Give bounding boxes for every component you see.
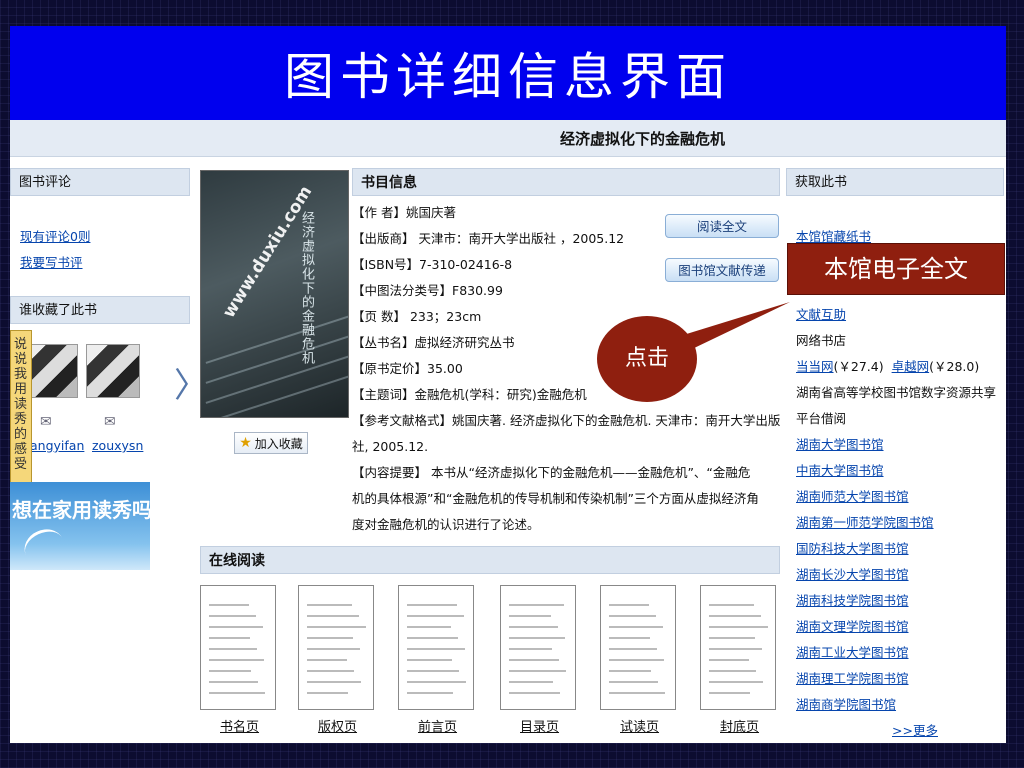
bubble-pointer [680,302,790,350]
click-bubble: 点击 [597,316,697,402]
